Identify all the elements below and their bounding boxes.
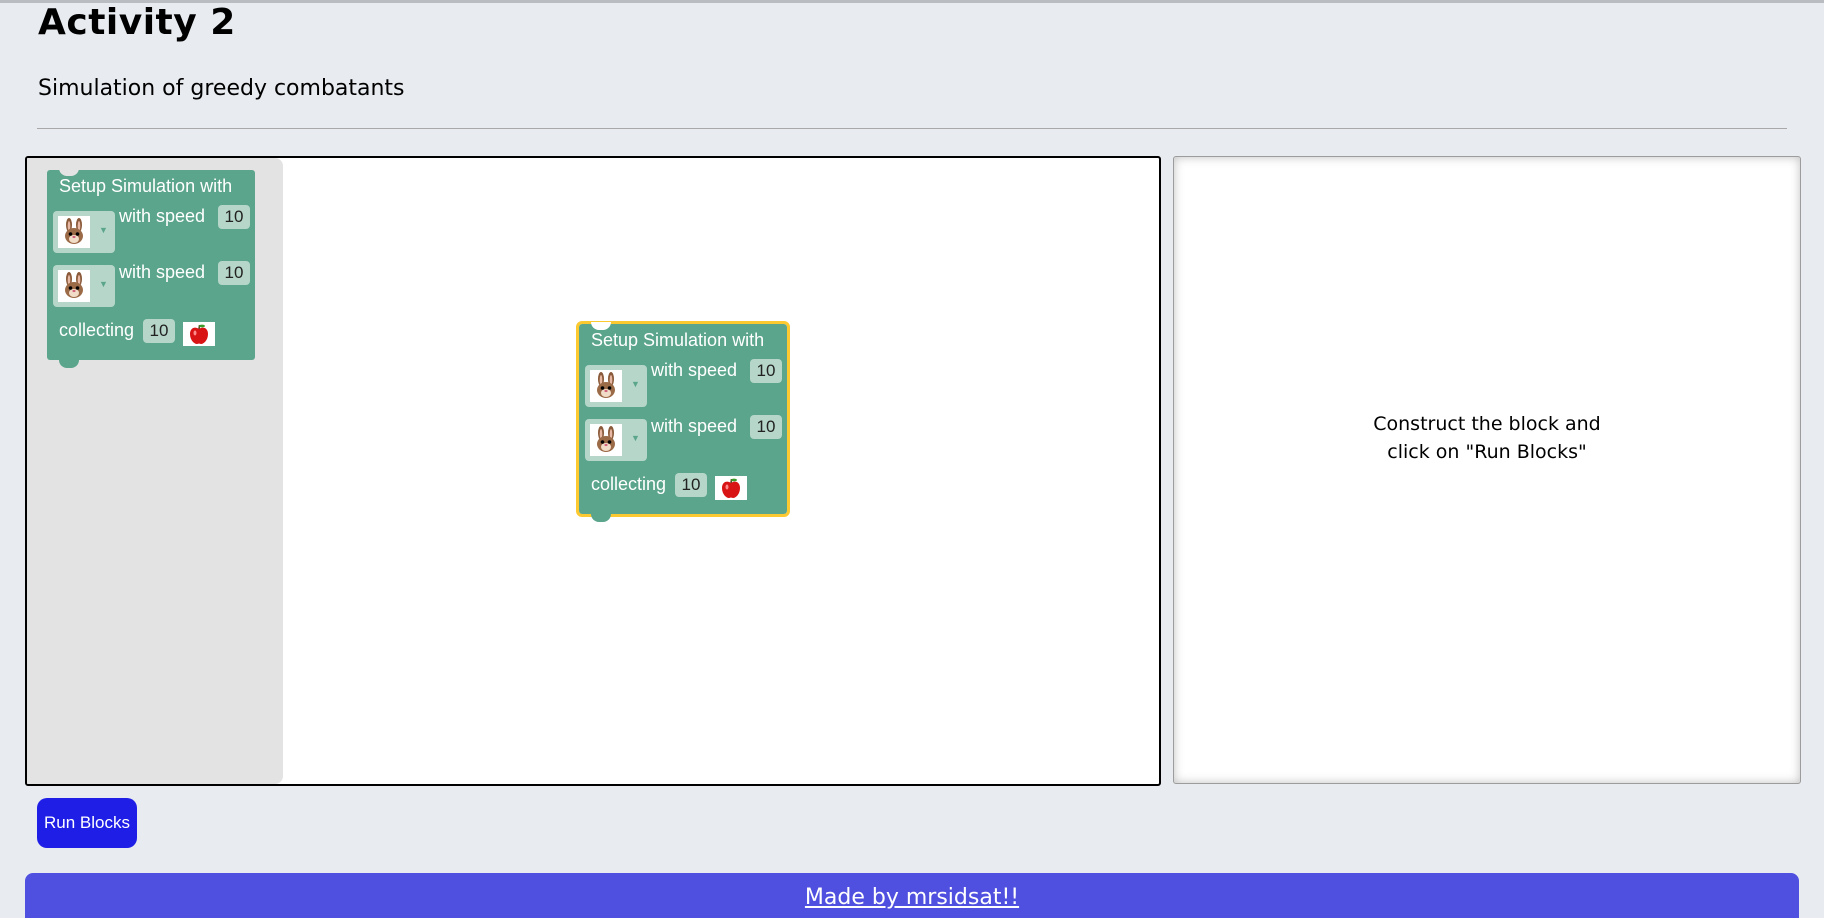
rabbit-icon [58,216,90,248]
combatant1-speed-label: with speed [651,360,738,380]
combatant2-dropdown[interactable]: ▼ [585,419,647,461]
chevron-down-icon: ▼ [631,433,640,443]
rabbit-icon [590,424,622,456]
collecting-count-field[interactable]: 10 [143,319,175,343]
combatant2-speed-label: with speed [119,262,206,282]
simulation-output-panel: Construct the block and click on "Run Bl… [1173,156,1801,784]
combatant1-speed-field[interactable]: 10 [218,205,250,229]
block-top-notch [591,322,611,330]
apple-icon [183,322,215,346]
rabbit-icon [590,370,622,402]
blockly-workspace[interactable]: Setup Simulation with ▼ with speed 10 ▼ … [25,156,1161,786]
chevron-down-icon: ▼ [631,379,640,389]
collecting-label: collecting [591,474,667,494]
block-header: Setup Simulation with [591,330,765,350]
combatant1-dropdown[interactable]: ▼ [585,365,647,407]
combatant2-speed-field[interactable]: 10 [750,415,782,439]
chevron-down-icon: ▼ [99,279,108,289]
toolbox-setup-simulation-block[interactable]: Setup Simulation with ▼ with speed 10 ▼ … [47,168,255,368]
combatant2-speed-field[interactable]: 10 [218,261,250,285]
block-top-notch [59,168,79,176]
combatant2-speed-label: with speed [651,416,738,436]
divider [37,128,1787,129]
output-message-line2: click on "Run Blocks" [1387,441,1587,463]
chevron-down-icon: ▼ [99,225,108,235]
output-instructions: Construct the block and click on "Run Bl… [1174,410,1800,466]
page-title: Activity 2 [38,2,236,43]
combatant1-speed-label: with speed [119,206,206,226]
combatant1-dropdown[interactable]: ▼ [53,211,115,253]
workspace-setup-simulation-block[interactable]: Setup Simulation with ▼ with speed 10 ▼ … [576,321,790,522]
combatant1-speed-field[interactable]: 10 [750,359,782,383]
collecting-count-field[interactable]: 10 [675,473,707,497]
block-bottom-notch [59,360,79,368]
footer-author-link[interactable]: Made by mrsidsat!! [805,885,1019,910]
collecting-label: collecting [59,320,135,340]
footer-bar: Made by mrsidsat!! [25,873,1799,918]
combatant2-dropdown[interactable]: ▼ [53,265,115,307]
rabbit-icon [58,270,90,302]
run-blocks-button[interactable]: Run Blocks [37,798,137,848]
output-message-line1: Construct the block and [1373,413,1601,435]
block-header: Setup Simulation with [59,176,233,196]
blockly-toolbox-flyout: Setup Simulation with ▼ with speed 10 ▼ … [27,158,283,784]
top-border [0,0,1824,3]
page-subtitle: Simulation of greedy combatants [38,76,405,101]
apple-icon [715,476,747,500]
block-bottom-notch [591,514,611,522]
